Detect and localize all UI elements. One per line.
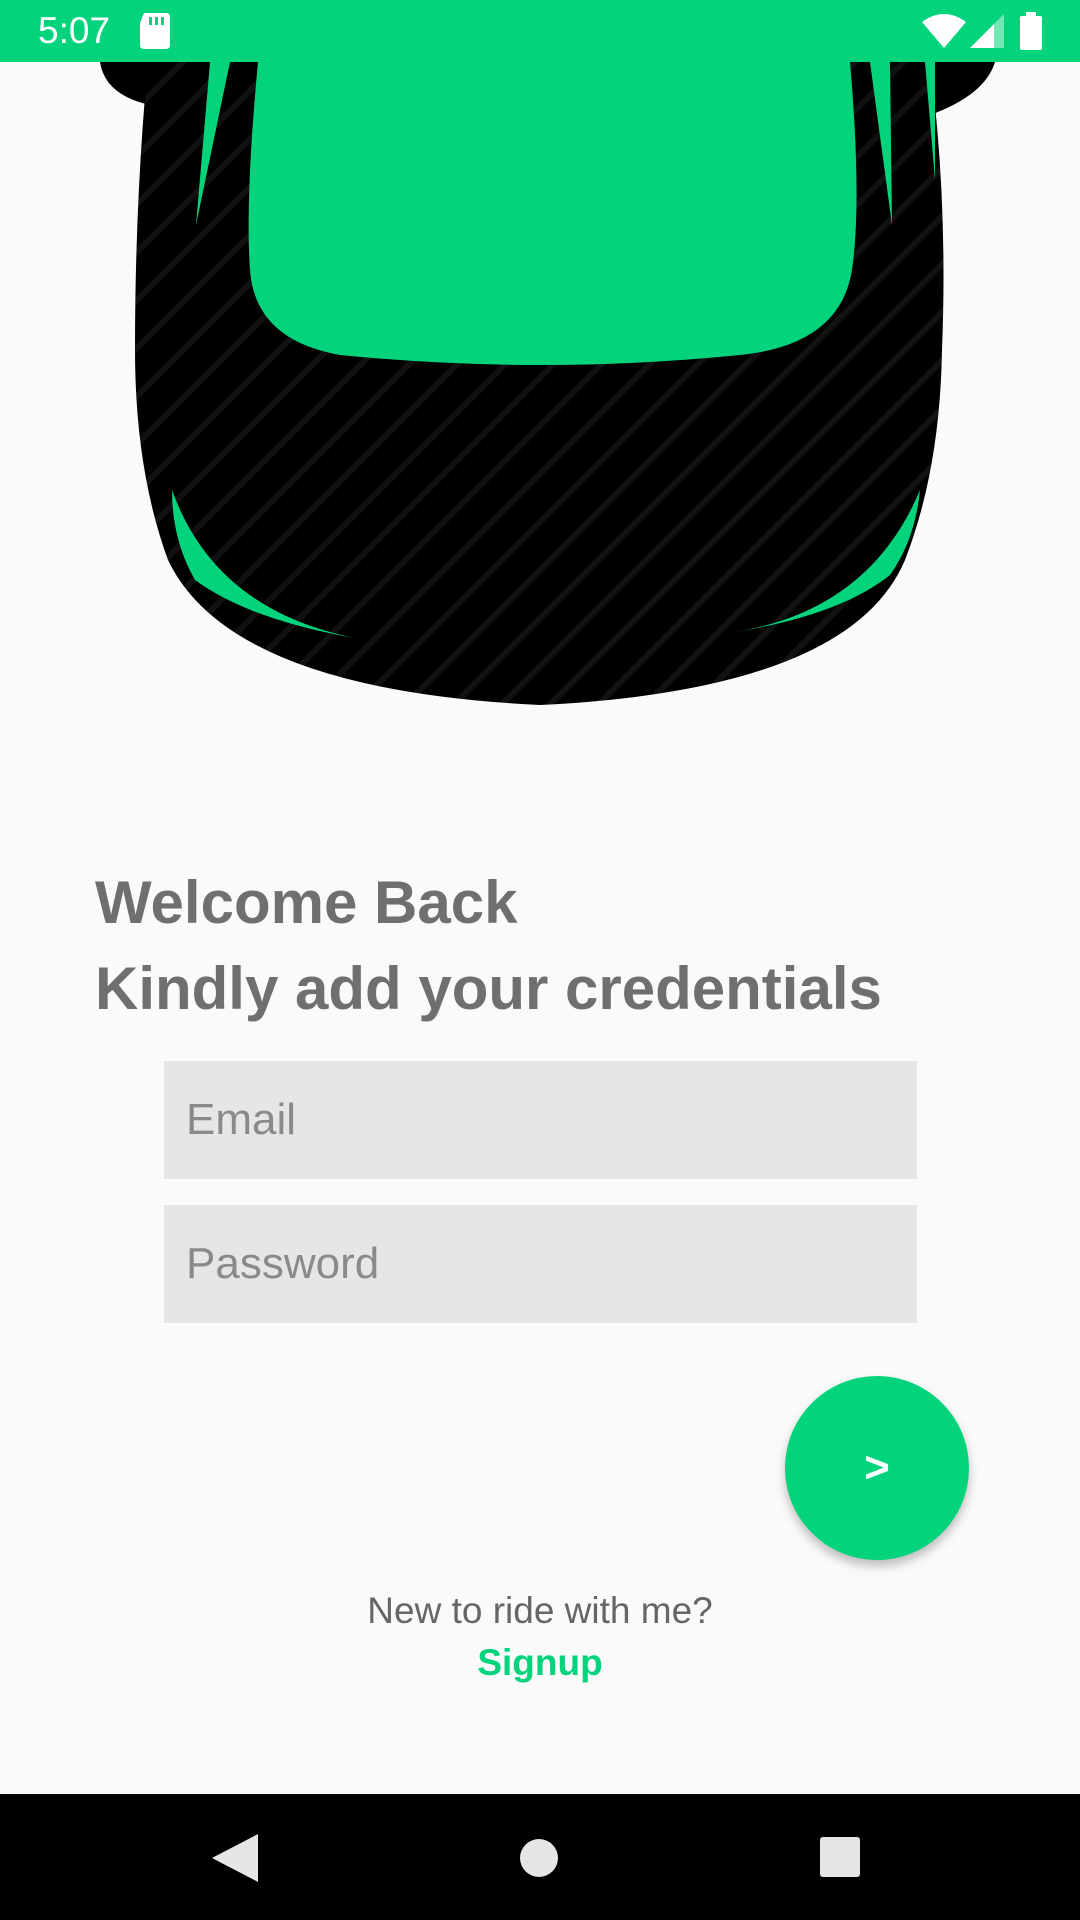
welcome-heading: Welcome Back Kindly add your credentials [95, 860, 882, 1032]
recents-icon[interactable] [817, 1834, 863, 1880]
navigation-bar [0, 1794, 1080, 1920]
cell-signal-icon [970, 14, 1004, 48]
home-icon[interactable] [515, 1834, 563, 1882]
wifi-icon [922, 14, 966, 48]
back-icon[interactable] [212, 1834, 258, 1882]
car-illustration [100, 62, 995, 705]
password-field[interactable] [164, 1205, 917, 1323]
battery-icon [1020, 12, 1042, 50]
submit-arrow-icon: > [864, 1443, 890, 1492]
email-field[interactable] [164, 1061, 917, 1179]
submit-button[interactable]: > [785, 1376, 969, 1560]
welcome-title: Welcome Back [95, 869, 518, 936]
signup-link[interactable]: Signup [0, 1642, 1080, 1684]
welcome-subtitle: Kindly add your credentials [95, 955, 882, 1022]
signup-prompt: New to ride with me? [367, 1590, 713, 1631]
login-screen: 5:07 Welcome Back Kindly add your creden… [0, 0, 1080, 1920]
status-time: 5:07 [38, 10, 111, 51]
status-bar: 5:07 [0, 0, 1080, 62]
sd-card-icon [140, 13, 170, 49]
